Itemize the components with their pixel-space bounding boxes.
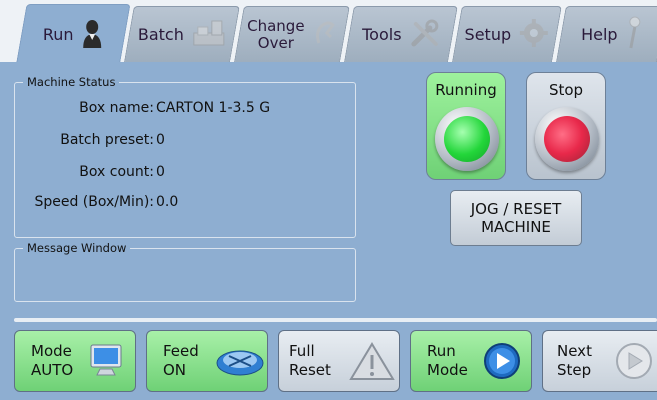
jog-reset-line2: MACHINE [481, 218, 551, 236]
stop-lamp-ring [535, 107, 599, 171]
feeder-icon [215, 341, 265, 381]
tab-tools-label: Tools [362, 25, 402, 44]
message-window: Message Window [14, 241, 356, 302]
running-button-label: Running [435, 81, 497, 99]
tab-tools[interactable]: Tools [344, 6, 458, 62]
status-row-box-name: Box name: CARTON 1-3.5 G [14, 100, 270, 116]
play-icon [481, 341, 523, 381]
mode-auto-button[interactable]: Mode AUTO [14, 330, 136, 392]
feed-line1: Feed [163, 342, 199, 360]
changeover-icon [313, 19, 337, 51]
machine-status-title: Machine Status [23, 75, 120, 89]
full-reset-line2: Reset [289, 361, 331, 379]
bottom-divider [14, 318, 657, 322]
running-lamp-ring [435, 107, 499, 171]
box-name-value: CARTON 1-3.5 G [156, 100, 271, 116]
batch-preset-label: Batch preset: [60, 132, 154, 148]
help-icon [626, 16, 642, 54]
run-mode-line1: Run [427, 342, 456, 360]
tab-change-over[interactable]: Change Over [234, 6, 350, 62]
tools-icon [410, 18, 440, 52]
jog-reset-button[interactable]: JOG / RESET MACHINE [450, 190, 582, 246]
tab-batch-label: Batch [137, 25, 184, 44]
mode-line1: Mode [31, 342, 72, 360]
status-row-batch-preset: Batch preset: 0 [14, 132, 165, 148]
tab-setup[interactable]: Setup [452, 6, 562, 62]
stop-lamp [544, 116, 590, 162]
next-step-button[interactable]: Next Step [542, 330, 657, 392]
speed-value: 0.0 [156, 194, 179, 210]
stop-button-label: Stop [548, 81, 584, 99]
stop-button[interactable]: Stop [526, 72, 606, 180]
batch-preset-value: 0 [156, 132, 165, 148]
gear-icon [519, 18, 549, 52]
running-lamp [444, 116, 490, 162]
run-mode-line2: Mode [427, 361, 468, 379]
warning-icon [349, 341, 395, 381]
operator-icon [82, 18, 104, 52]
box-count-label: Box count: [79, 164, 154, 180]
run-mode-button[interactable]: Run Mode [410, 330, 532, 392]
tab-run[interactable]: Run [16, 4, 131, 64]
next-step-line2: Step [557, 361, 592, 379]
status-row-speed: Speed (Box/Min): 0.0 [14, 194, 178, 210]
tab-bar: Run Batch Change Over Tools Setup Help [0, 0, 657, 64]
message-window-title: Message Window [23, 241, 131, 255]
mode-line2: AUTO [31, 361, 74, 379]
tab-help-label: Help [581, 25, 618, 44]
batch-machine-icon [192, 19, 226, 51]
tab-help[interactable]: Help [556, 6, 657, 62]
tab-change-over-line2: Over [257, 33, 294, 52]
tab-batch[interactable]: Batch [124, 6, 240, 62]
speed-label: Speed (Box/Min): [34, 194, 154, 210]
monitor-icon [85, 341, 127, 381]
feed-line2: ON [163, 361, 187, 379]
status-row-box-count: Box count: 0 [14, 164, 165, 180]
running-button[interactable]: Running [426, 72, 506, 180]
box-name-label: Box name: [79, 100, 154, 116]
full-reset-button[interactable]: Full Reset [278, 330, 400, 392]
run-panel: Machine Status Box name: CARTON 1-3.5 G … [0, 62, 657, 400]
tab-run-label: Run [42, 25, 74, 44]
next-step-icon [613, 341, 655, 381]
full-reset-line1: Full [289, 342, 315, 360]
tab-change-over-line1: Change [247, 16, 305, 35]
next-step-line1: Next [557, 342, 592, 360]
feed-on-button[interactable]: Feed ON [146, 330, 268, 392]
box-count-value: 0 [156, 164, 165, 180]
tab-setup-label: Setup [464, 25, 512, 44]
jog-reset-line1: JOG / RESET [470, 200, 562, 218]
